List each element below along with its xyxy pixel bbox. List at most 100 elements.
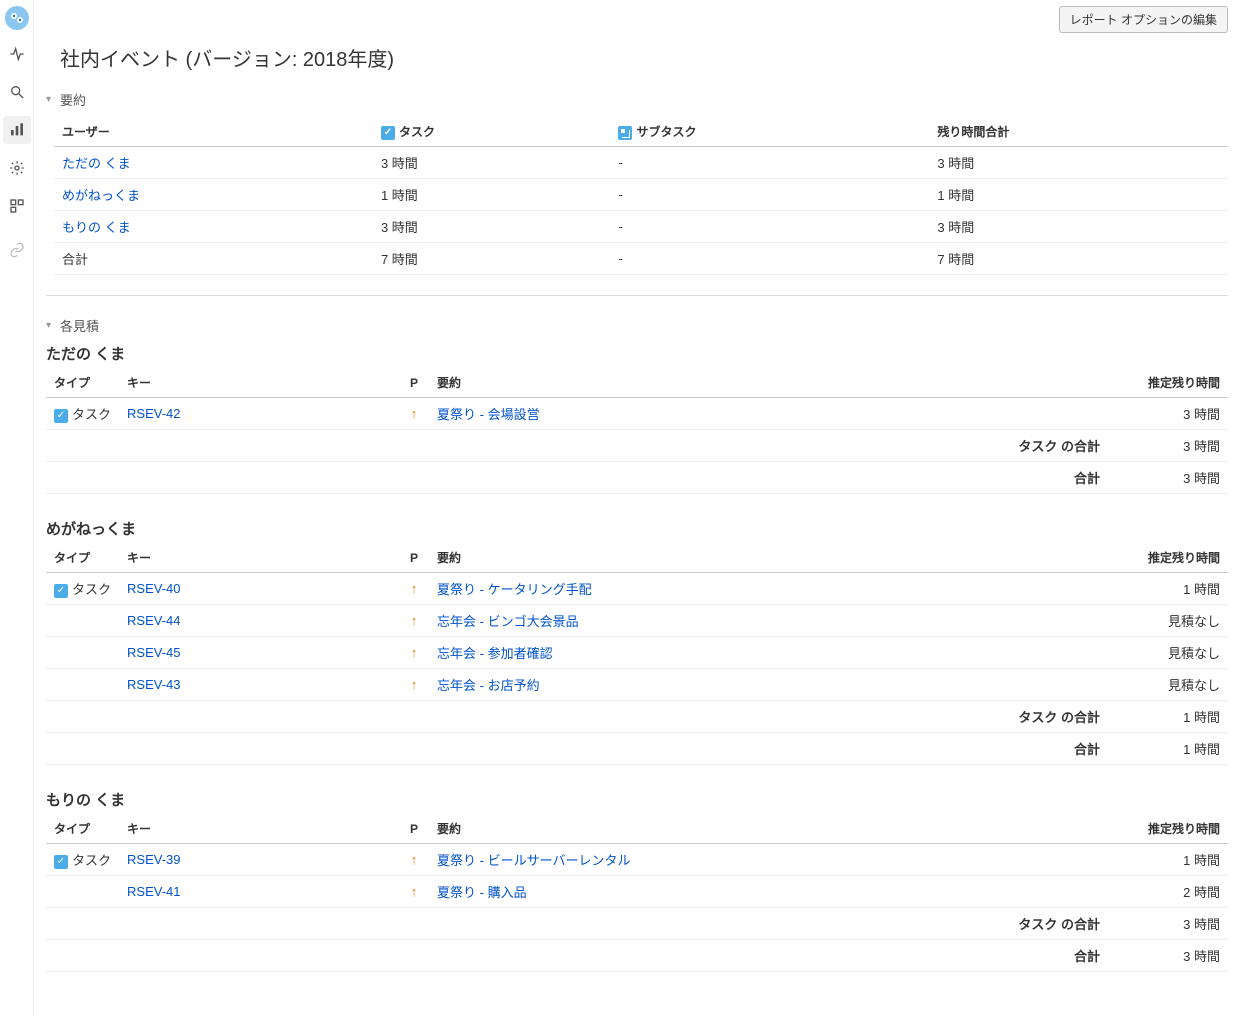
page-title: 社内イベント (バージョン: 2018年度) <box>60 43 1228 72</box>
summary-header-subtask: サブタスク <box>610 117 929 147</box>
activity-icon[interactable] <box>3 40 31 68</box>
estimate-row: RSEV-41 ↑ 夏祭り - 購入品 2 時間 <box>46 876 1228 908</box>
task-subtotal-row: タスク の合計3 時間 <box>46 908 1228 940</box>
summary-row: めがねっくま1 時間-1 時間 <box>54 179 1228 211</box>
summary-header-user: ユーザー <box>54 117 373 147</box>
user-link[interactable]: ただの くま <box>62 156 131 171</box>
issue-key-link[interactable]: RSEV-40 <box>127 581 180 596</box>
issue-key-link[interactable]: RSEV-44 <box>127 613 180 628</box>
user-group-name: ただの くま <box>46 343 1228 364</box>
remaining-value: 見積なし <box>1108 637 1228 669</box>
summary-header-task: ✓タスク <box>373 117 611 147</box>
remaining-value: 1 時間 <box>1108 844 1228 876</box>
estimate-row: RSEV-45 ↑ 忘年会 - 参加者確認 見積なし <box>46 637 1228 669</box>
issue-summary-link[interactable]: 夏祭り - 購入品 <box>437 885 527 900</box>
issue-summary-link[interactable]: 忘年会 - ビンゴ大会景品 <box>437 614 579 629</box>
summary-subtask-value: - <box>610 147 929 179</box>
priority-up-icon: ↑ <box>411 884 418 899</box>
grand-total-row: 合計3 時間 <box>46 462 1228 494</box>
summary-total-label: 合計 <box>54 243 373 275</box>
estimate-header-summary: 要約 <box>429 814 1108 844</box>
user-link[interactable]: めがねっくま <box>62 188 140 203</box>
divider <box>46 295 1228 296</box>
estimate-row: RSEV-43↑忘年会 - お店予約見積なし <box>46 669 1228 701</box>
issue-key-link[interactable]: RSEV-42 <box>127 406 180 421</box>
settings-icon[interactable] <box>3 154 31 182</box>
estimates-label: 各見積 <box>60 316 99 335</box>
estimate-table: タイプキーP要約推定残り時間✓タスクRSEV-42↑夏祭り - 会場設営3 時間… <box>46 368 1228 494</box>
estimate-row: ✓ タスク RSEV-40 ↑ 夏祭り - ケータリング手配 1 時間 <box>46 573 1228 605</box>
issue-summary-link[interactable]: 夏祭り - 会場設営 <box>437 407 540 422</box>
summary-section-toggle[interactable]: ▾ 要約 <box>46 90 1228 109</box>
app-logo[interactable] <box>5 6 29 30</box>
task-icon: ✓ <box>54 409 68 423</box>
grand-total-row: 合計3 時間 <box>46 940 1228 972</box>
search-icon[interactable] <box>3 78 31 106</box>
estimate-row: RSEV-44↑忘年会 - ビンゴ大会景品見積なし <box>46 605 1228 637</box>
reports-icon[interactable] <box>3 116 31 144</box>
summary-total-value: 3 時間 <box>929 147 1228 179</box>
estimate-header-key: キー <box>119 368 399 398</box>
estimate-header-summary: 要約 <box>429 543 1108 573</box>
issue-key-link[interactable]: RSEV-43 <box>127 677 180 692</box>
chevron-down-icon: ▾ <box>46 94 56 105</box>
estimate-header-priority: P <box>399 368 429 398</box>
user-link[interactable]: もりの くま <box>62 220 131 235</box>
summary-label: 要約 <box>60 90 86 109</box>
summary-total-value: 3 時間 <box>929 211 1228 243</box>
link-icon[interactable] <box>3 236 31 264</box>
task-icon: ✓ <box>381 126 395 140</box>
estimate-header-type: タイプ <box>46 814 119 844</box>
estimate-table: タイプキーP要約推定残り時間✓タスクRSEV-40↑夏祭り - ケータリング手配… <box>46 543 1228 765</box>
priority-up-icon: ↑ <box>411 852 418 867</box>
issue-key-link[interactable]: RSEV-39 <box>127 852 180 867</box>
estimate-table: タイプキーP要約推定残り時間✓タスクRSEV-39↑夏祭り - ビールサーバーレ… <box>46 814 1228 972</box>
remaining-value: 1 時間 <box>1108 573 1228 605</box>
estimates-section-toggle[interactable]: ▾ 各見積 <box>46 316 1228 335</box>
summary-subtask-value: - <box>610 179 929 211</box>
summary-subtask-value: - <box>610 211 929 243</box>
estimate-row: ✓タスクRSEV-39↑夏祭り - ビールサーバーレンタル1 時間 <box>46 844 1228 876</box>
task-subtotal-row: タスク の合計3 時間 <box>46 430 1228 462</box>
estimate-header-priority: P <box>399 543 429 573</box>
estimate-header-summary: 要約 <box>429 368 1108 398</box>
remaining-value: 3 時間 <box>1108 398 1228 430</box>
type-label: タスク <box>72 407 111 422</box>
summary-total-row: 合計7 時間-7 時間 <box>54 243 1228 275</box>
estimate-header-remaining: 推定残り時間 <box>1108 814 1228 844</box>
type-label: タスク <box>72 853 111 868</box>
issue-key-link[interactable]: RSEV-45 <box>127 645 180 660</box>
summary-row: ただの くま 3 時間-3 時間 <box>54 147 1228 179</box>
user-group-name: もりの くま <box>46 789 1228 810</box>
priority-up-icon: ↑ <box>411 645 418 660</box>
summary-total-value: 1 時間 <box>929 179 1228 211</box>
summary-task-value: 3 時間 <box>373 211 611 243</box>
summary-table: ユーザー ✓タスク サブタスク 残り時間合計 ただの くま3 時間-3 時間めが… <box>54 117 1228 275</box>
summary-row: もりの くま 3 時間-3 時間 <box>54 211 1228 243</box>
issue-key-link[interactable]: RSEV-41 <box>127 884 180 899</box>
sidebar <box>0 0 34 1016</box>
priority-up-icon: ↑ <box>411 613 418 628</box>
estimate-header-priority: P <box>399 814 429 844</box>
component-icon[interactable] <box>3 192 31 220</box>
type-label: タスク <box>72 582 111 597</box>
task-subtotal-row: タスク の合計1 時間 <box>46 701 1228 733</box>
edit-report-options-button[interactable]: レポート オプションの編集 <box>1059 6 1228 33</box>
issue-summary-link[interactable]: 忘年会 - お店予約 <box>437 678 540 693</box>
issue-summary-link[interactable]: 忘年会 - 参加者確認 <box>437 646 553 661</box>
task-icon: ✓ <box>54 584 68 598</box>
estimate-header-remaining: 推定残り時間 <box>1108 368 1228 398</box>
summary-task-value: 3 時間 <box>373 147 611 179</box>
user-estimate-group: めがねっくまタイプキーP要約推定残り時間✓タスクRSEV-40↑夏祭り - ケー… <box>46 518 1228 765</box>
priority-up-icon: ↑ <box>411 677 418 692</box>
issue-summary-link[interactable]: 夏祭り - ビールサーバーレンタル <box>437 853 630 868</box>
estimate-header-key: キー <box>119 543 399 573</box>
issue-summary-link[interactable]: 夏祭り - ケータリング手配 <box>437 582 592 597</box>
remaining-value: 2 時間 <box>1108 876 1228 908</box>
priority-up-icon: ↑ <box>411 406 418 421</box>
chevron-down-icon: ▾ <box>46 320 56 331</box>
priority-up-icon: ↑ <box>411 581 418 596</box>
user-estimate-group: もりの くまタイプキーP要約推定残り時間✓タスクRSEV-39↑夏祭り - ビー… <box>46 789 1228 972</box>
summary-header-remaining: 残り時間合計 <box>929 117 1228 147</box>
estimate-header-remaining: 推定残り時間 <box>1108 543 1228 573</box>
